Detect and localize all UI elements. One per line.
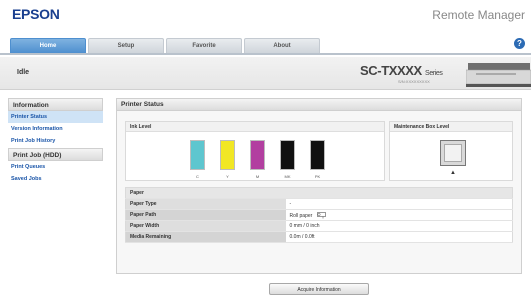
ink-cartridge-pk (310, 140, 325, 170)
sidebar-item-printer-status[interactable]: Printer Status (8, 111, 103, 123)
help-icon[interactable]: ? (514, 38, 525, 49)
app-title: Remote Manager (432, 8, 525, 22)
ink-label-m: M (255, 174, 260, 179)
paper-path-value: Roll paper (289, 212, 313, 219)
status-bar: Idle SC-TXXXX Series S/N:XXXXXXXXX (0, 57, 531, 90)
paper-header-row: Paper (125, 187, 513, 199)
page-title: Printer Status (117, 99, 521, 111)
model-name: SC-TXXXX (360, 63, 422, 78)
paper-type-label: Paper Type (125, 198, 286, 210)
ink-cartridge-m (250, 140, 265, 170)
serial-number: S/N:XXXXXXXXX (398, 79, 430, 84)
sidebar-item-saved-jobs[interactable]: Saved Jobs (8, 173, 103, 185)
printer-state: Idle (17, 69, 30, 76)
tab-about[interactable]: About (244, 38, 320, 53)
model-suffix: Series (425, 70, 443, 77)
tab-bar: Home Setup Favorite About ? (0, 33, 531, 55)
ink-cartridge-y (220, 140, 235, 170)
tab-setup[interactable]: Setup (88, 38, 164, 53)
media-remaining-label: Media Remaining (125, 231, 286, 243)
table-row: Paper Path Roll paper (125, 209, 513, 221)
maintenance-box-title: Maintenance Box Level (390, 122, 512, 132)
roll-paper-icon (316, 211, 326, 218)
media-remaining-value: 0.0m / 0.0ft (289, 234, 315, 240)
sidebar-item-print-job-history[interactable]: Print Job History (8, 135, 103, 147)
ink-label-pk: PK (314, 174, 321, 179)
sidebar: Information Printer Status Version Infor… (8, 98, 103, 185)
paper-path-cell: Roll paper (286, 210, 513, 221)
table-row: Paper Width 0 mm / 0 inch (125, 220, 513, 232)
epson-logo: EPSON (12, 6, 60, 22)
printer-status-panel: Printer Status Ink Level C Y M MK PK Mai… (116, 98, 522, 274)
table-row: Media Remaining 0.0m / 0.0ft (125, 231, 513, 243)
table-row: Paper Type - (125, 198, 513, 210)
maintenance-box-panel: Maintenance Box Level ▲ (389, 121, 513, 181)
sidebar-section-information: Information (8, 98, 103, 111)
ink-level-panel: Ink Level C Y M MK PK (125, 121, 385, 181)
sidebar-item-version-information[interactable]: Version Information (8, 123, 103, 135)
printer-image (466, 63, 531, 87)
printer-model: SC-TXXXX Series (360, 63, 443, 78)
ink-label-c: C (196, 174, 199, 179)
ink-level-title: Ink Level (126, 122, 384, 132)
paper-width-label: Paper Width (125, 220, 286, 232)
ink-label-y: Y (226, 174, 229, 179)
maintenance-box-level (440, 140, 466, 166)
ink-label-mk: MK (284, 174, 291, 179)
tab-home[interactable]: Home (10, 38, 86, 53)
paper-width-value: 0 mm / 0 inch (289, 223, 320, 229)
acquire-information-button[interactable]: Acquire Information (269, 283, 369, 295)
sidebar-item-print-queues[interactable]: Print Queues (8, 161, 103, 173)
tab-favorite[interactable]: Favorite (166, 38, 242, 53)
paper-type-value: - (289, 201, 292, 207)
ink-cartridge-c (190, 140, 205, 170)
sidebar-section-print-job: Print Job (HDD) (8, 148, 103, 161)
ink-cartridge-mk (280, 140, 295, 170)
paper-header: Paper (125, 187, 513, 199)
paper-info-table: Paper Paper Type - Paper Path Roll paper… (125, 187, 513, 243)
paper-path-label: Paper Path (125, 209, 286, 221)
maintenance-box-icon: ▲ (450, 170, 456, 176)
